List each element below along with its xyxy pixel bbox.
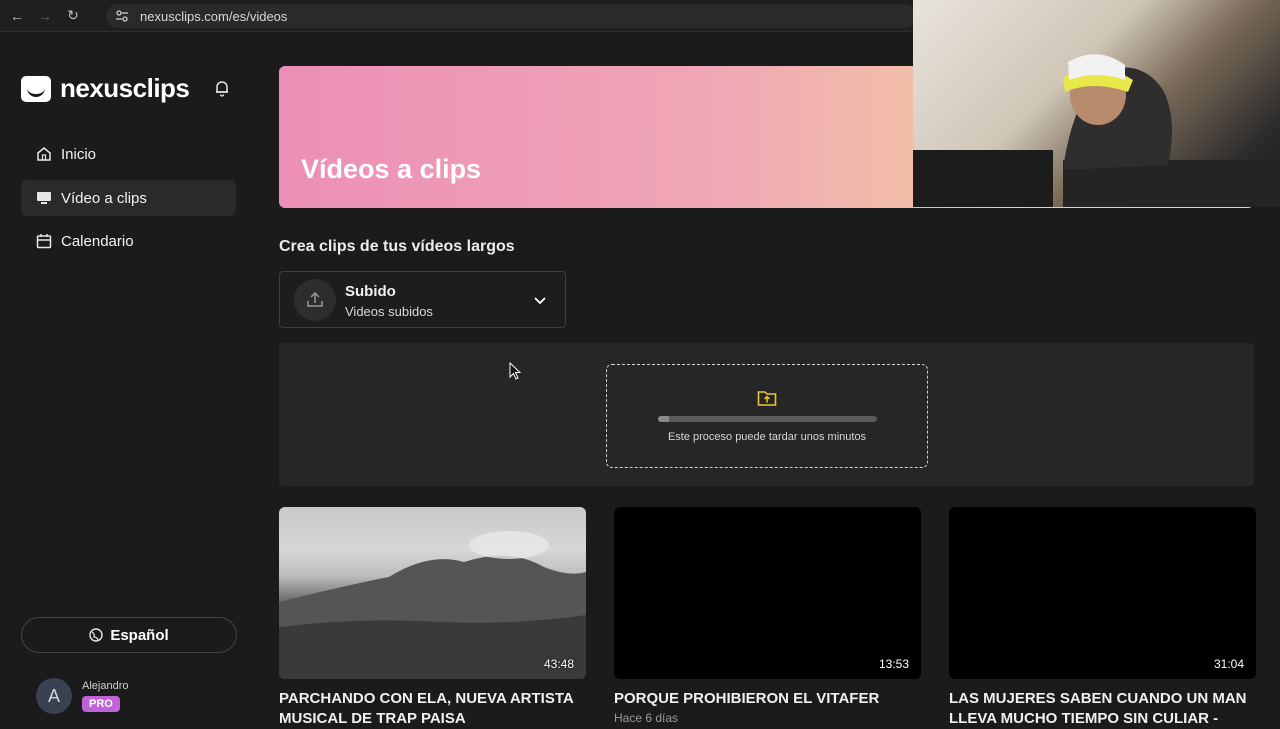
video-card[interactable]: 31:04 LAS MUJERES SABEN CUANDO UN MAN LL… xyxy=(949,507,1256,729)
webcam-overlay xyxy=(913,0,1280,207)
sidebar-item-label: Vídeo a clips xyxy=(61,189,147,207)
source-dropdown[interactable]: Subido Videos subidos xyxy=(279,271,566,328)
sidebar-item-label: Calendario xyxy=(61,232,134,250)
upload-progress-fill xyxy=(658,416,669,422)
video-card[interactable]: 43:48 PARCHANDO CON ELA, NUEVA ARTISTA M… xyxy=(279,507,586,729)
video-duration: 31:04 xyxy=(1213,657,1244,671)
site-settings-icon[interactable] xyxy=(114,8,130,24)
source-subtitle: Videos subidos xyxy=(345,304,433,319)
upload-icon xyxy=(294,279,336,321)
mouse-cursor-icon xyxy=(509,361,523,382)
video-duration: 13:53 xyxy=(878,657,909,671)
video-thumbnail[interactable]: 43:48 xyxy=(279,507,586,679)
language-label: Español xyxy=(110,626,169,644)
sidebar-item-calendario[interactable]: Calendario xyxy=(21,223,236,259)
logo-icon xyxy=(21,75,51,102)
pro-badge: PRO xyxy=(82,696,120,712)
bell-icon[interactable] xyxy=(213,79,231,97)
video-card[interactable]: 13:53 PORQUE PROHIBIERON EL VITAFER Hace… xyxy=(614,507,921,725)
sidebar-item-video-a-clips[interactable]: Vídeo a clips xyxy=(21,180,236,216)
user-profile[interactable]: A Alejandro PRO xyxy=(36,678,128,714)
forward-icon[interactable]: → xyxy=(34,5,56,27)
sidebar: nexusclips Inicio Vídeo a clips Calendar… xyxy=(0,33,258,720)
brand-name: nexusclips xyxy=(60,73,190,103)
source-title: Subido xyxy=(345,283,396,300)
upload-dropzone[interactable]: Este proceso puede tardar unos minutos xyxy=(606,364,928,468)
sidebar-item-label: Inicio xyxy=(61,145,97,163)
video-thumbnail[interactable]: 13:53 xyxy=(614,507,921,679)
sidebar-item-inicio[interactable]: Inicio xyxy=(21,136,236,172)
video-duration: 43:48 xyxy=(543,657,574,671)
folder-upload-icon xyxy=(757,389,777,407)
video-title[interactable]: LAS MUJERES SABEN CUANDO UN MAN LLEVA MU… xyxy=(949,689,1256,729)
upload-panel: Este proceso puede tardar unos minutos xyxy=(279,343,1254,486)
video-thumbnail[interactable]: 31:04 xyxy=(949,507,1256,679)
video-date: Hace 6 días xyxy=(614,711,679,725)
address-bar[interactable]: nexusclips.com/es/videos xyxy=(106,4,916,28)
brand-logo[interactable]: nexusclips xyxy=(21,73,190,104)
page-title: Vídeos a clips xyxy=(301,154,482,184)
upload-progress-bar xyxy=(658,416,877,422)
calendar-icon xyxy=(36,233,52,249)
video-title[interactable]: PARCHANDO CON ELA, NUEVA ARTISTA MUSICAL… xyxy=(279,689,586,729)
process-message: Este proceso puede tardar unos minutos xyxy=(667,431,867,443)
avatar[interactable]: A xyxy=(36,678,72,714)
language-button[interactable]: Español xyxy=(21,617,237,653)
video-title[interactable]: PORQUE PROHIBIERON EL VITAFER xyxy=(614,689,921,709)
section-title: Crea clips de tus vídeos largos xyxy=(279,238,515,255)
user-name: Alejandro xyxy=(82,680,129,692)
globe-icon xyxy=(89,628,104,642)
chevron-down-icon xyxy=(532,292,548,308)
monitor-icon xyxy=(36,190,52,206)
back-icon[interactable]: ← xyxy=(6,5,28,27)
reload-icon[interactable]: ↻ xyxy=(62,5,84,27)
url-text[interactable]: nexusclips.com/es/videos xyxy=(140,9,287,24)
home-icon xyxy=(36,146,52,162)
